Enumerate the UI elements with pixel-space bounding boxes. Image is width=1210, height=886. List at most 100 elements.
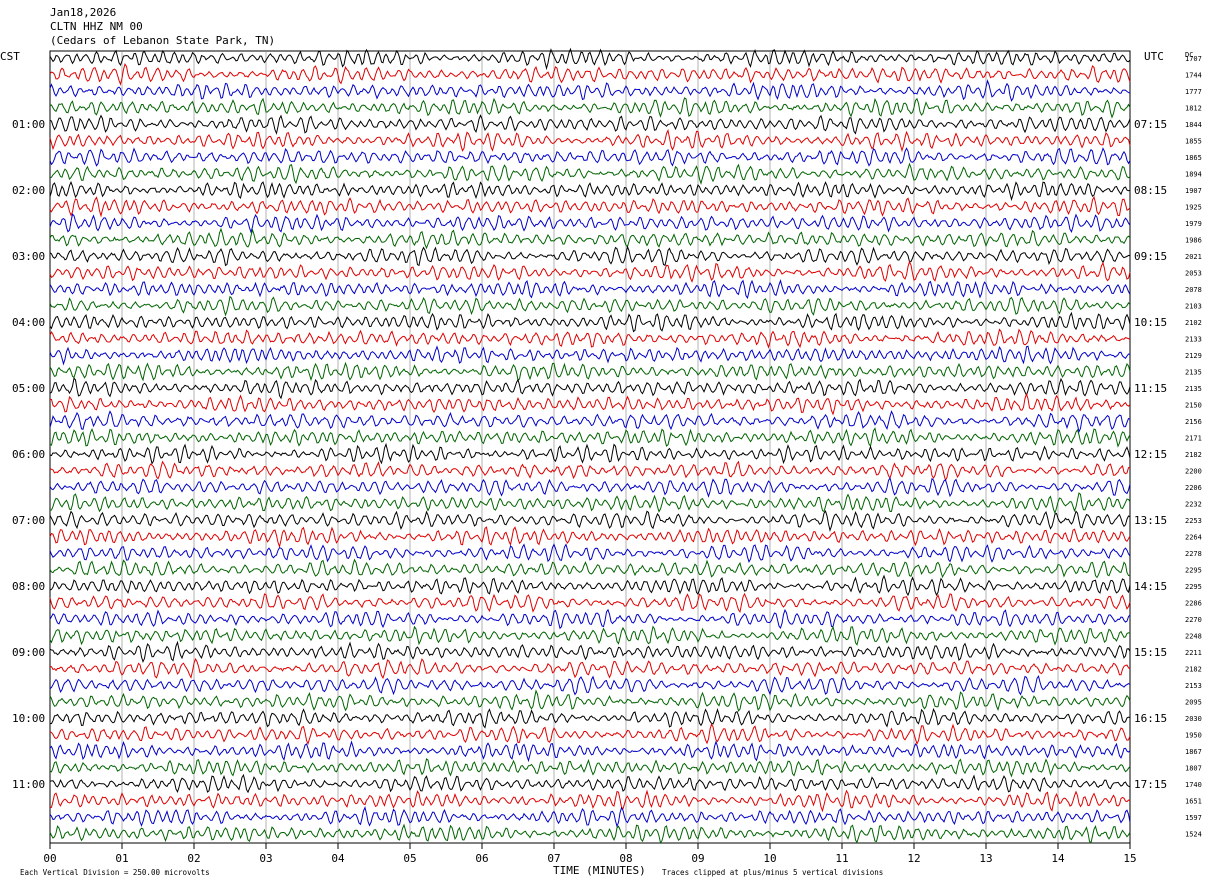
seismogram-trace <box>49 260 1131 283</box>
seismogram-trace <box>49 47 1131 71</box>
dc-offset-value: 2232 <box>1185 501 1202 509</box>
helicorder-plot: Jan18,2026 CLTN HHZ NM 00 (Cedars of Leb… <box>0 6 1202 877</box>
utc-hour-label: 14:15 <box>1134 580 1167 593</box>
seismogram-trace <box>49 410 1131 434</box>
cst-hour-label: 10:00 <box>12 712 45 725</box>
x-tick-label: 09 <box>691 852 704 865</box>
cst-hour-label: 02:00 <box>12 184 45 197</box>
seismogram-trace <box>49 592 1131 613</box>
dc-offset-value: 2030 <box>1185 715 1202 723</box>
left-timezone-label: CST <box>0 50 20 63</box>
dc-offset-labels: 1707 1744 1777 1812 1844 1855 1865 1894 1907 1925… <box>1185 55 1202 839</box>
x-axis-ticks: 00 01 02 03 04 05 06 07 08 09 10 11 12 13 14 15 <box>43 843 1137 865</box>
dc-offset-value: 2286 <box>1185 600 1202 608</box>
dc-offset-value: 2295 <box>1185 583 1202 591</box>
x-tick-label: 04 <box>331 852 345 865</box>
dc-offset-value: 1865 <box>1185 154 1202 162</box>
x-tick-label: 06 <box>475 852 488 865</box>
seismogram-trace <box>49 625 1131 646</box>
dc-offset-value: 1777 <box>1185 88 1202 96</box>
cst-hour-label: 07:00 <box>12 514 45 527</box>
dc-offset-value: 2253 <box>1185 517 1202 525</box>
utc-hour-label: 15:15 <box>1134 646 1167 659</box>
x-axis-title: TIME (MINUTES) <box>553 864 646 877</box>
seismogram-trace <box>49 213 1131 234</box>
seismogram-trace <box>49 377 1131 400</box>
cst-hour-label: 08:00 <box>12 580 45 593</box>
dc-offset-value: 2053 <box>1185 270 1202 278</box>
dc-offset-value: 2270 <box>1185 616 1202 624</box>
x-tick-label: 11 <box>835 852 848 865</box>
cst-hour-label: 06:00 <box>12 448 45 461</box>
station-location: (Cedars of Lebanon State Park, TN) <box>50 34 275 47</box>
utc-hour-label: 07:15 <box>1134 118 1167 131</box>
seismogram-trace <box>49 442 1131 465</box>
dc-offset-value: 2102 <box>1185 319 1202 327</box>
seismogram-trace <box>49 128 1131 153</box>
seismogram-trace <box>49 245 1131 267</box>
utc-hour-labels: 07:15 08:15 09:15 10:15 11:15 12:15 13:15 14:15… <box>1134 118 1167 791</box>
seismogram-trace <box>49 460 1131 482</box>
dc-offset-value: 1651 <box>1185 798 1202 806</box>
x-tick-label: 13 <box>979 852 992 865</box>
scale-note: Each Vertical Division = 250.00 microvol… <box>20 868 210 877</box>
seismogram-trace <box>49 526 1131 549</box>
seismogram-trace <box>49 543 1131 564</box>
dc-offset-value: 2211 <box>1185 649 1202 657</box>
utc-hour-label: 10:15 <box>1134 316 1167 329</box>
dc-offset-value: 2264 <box>1185 534 1202 542</box>
seismogram-trace <box>49 227 1131 250</box>
utc-hour-label: 08:15 <box>1134 184 1167 197</box>
dc-offset-value: 1855 <box>1185 138 1202 146</box>
dc-offset-value: 2200 <box>1185 468 1202 476</box>
x-tick-label: 14 <box>1051 852 1065 865</box>
dc-offset-value: 1524 <box>1185 831 1202 839</box>
seismogram-trace <box>49 558 1131 579</box>
plot-date: Jan18,2026 <box>50 6 116 19</box>
seismogram-trace <box>49 162 1131 185</box>
dc-offset-value: 1979 <box>1185 220 1202 228</box>
clip-note: Traces clipped at plus/minus 5 vertical … <box>662 868 883 877</box>
dc-offset-value: 2135 <box>1185 385 1202 393</box>
seismogram-trace <box>49 345 1131 366</box>
seismogram-trace <box>49 689 1131 712</box>
seismogram-trace <box>50 492 1131 515</box>
seismogram-traces <box>49 47 1131 845</box>
x-tick-label: 01 <box>115 852 128 865</box>
dc-offset-value: 2129 <box>1185 352 1202 360</box>
utc-hour-label: 12:15 <box>1134 448 1167 461</box>
station-code: CLTN HHZ NM 00 <box>50 20 143 33</box>
seismogram-trace <box>49 392 1131 416</box>
seismogram-trace <box>49 311 1131 333</box>
seismogram-trace <box>49 758 1131 778</box>
dc-offset-value: 1907 <box>1185 187 1202 195</box>
seismogram-trace <box>49 97 1131 119</box>
dc-offset-value: 1807 <box>1185 765 1202 773</box>
seismogram-trace <box>49 195 1131 218</box>
cst-hour-labels: 01:00 02:00 03:00 04:00 05:00 06:00 07:00 08:00… <box>12 118 45 791</box>
seismogram-trace <box>49 675 1131 696</box>
seismogram-trace <box>49 805 1131 828</box>
utc-hour-label: 17:15 <box>1134 778 1167 791</box>
x-tick-label: 00 <box>43 852 56 865</box>
cst-hour-label: 03:00 <box>12 250 45 263</box>
seismogram-trace <box>49 147 1131 167</box>
x-tick-label: 12 <box>907 852 920 865</box>
dc-offset-value: 1744 <box>1185 72 1202 80</box>
seismogram-trace <box>49 427 1131 448</box>
dc-offset-value: 1707 <box>1185 55 1202 63</box>
seismogram-trace <box>49 574 1131 597</box>
x-tick-label: 03 <box>259 852 272 865</box>
cst-hour-label: 11:00 <box>12 778 45 791</box>
seismogram-trace <box>49 279 1131 300</box>
seismogram-trace <box>49 640 1131 663</box>
dc-offset-value: 2153 <box>1185 682 1202 690</box>
x-tick-label: 02 <box>187 852 200 865</box>
utc-hour-label: 11:15 <box>1134 382 1167 395</box>
seismogram-trace <box>49 789 1131 813</box>
utc-hour-label: 13:15 <box>1134 514 1167 527</box>
seismogram-trace <box>49 608 1131 630</box>
dc-offset-value: 2248 <box>1185 633 1202 641</box>
seismogram-trace <box>49 476 1131 498</box>
minute-gridlines <box>121 51 1059 843</box>
